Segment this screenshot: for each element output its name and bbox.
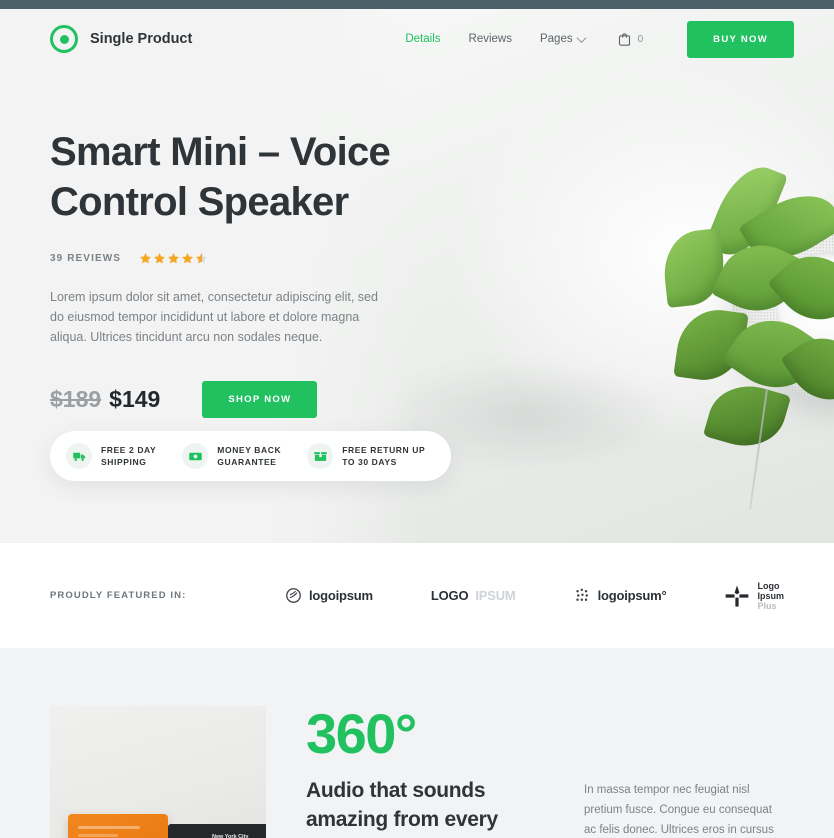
- page-root: Smart Mini – Voice Control Speaker 39 RE…: [0, 0, 834, 838]
- logo-label-muted: IPSUM: [475, 588, 516, 603]
- price-group: $189 $149: [50, 386, 160, 413]
- star-half-icon: [196, 253, 207, 264]
- featured-in-label: PROUDLY FEATURED IN:: [50, 590, 187, 601]
- metrocard-image: New York City Transit Authority: [168, 824, 266, 838]
- shopping-bag-icon: [618, 32, 630, 46]
- featured-logos-section: PROUDLY FEATURED IN: logoipsum LOGO IPSU…: [0, 543, 834, 648]
- star-icon: [140, 253, 151, 264]
- degrees-360-heading: 360°: [306, 702, 417, 765]
- browser-chrome-bar: [0, 0, 834, 9]
- feature-label: FREE 2 DAY SHIPPING: [101, 445, 157, 467]
- hero-section: Smart Mini – Voice Control Speaker 39 RE…: [0, 9, 834, 543]
- hero-copy-block: Smart Mini – Voice Control Speaker 39 RE…: [50, 127, 470, 418]
- logo-item: logoipsum°: [574, 587, 667, 604]
- logo-plus-line: Logo Ipsum: [757, 580, 784, 601]
- dots-grid-logo-icon: [575, 588, 588, 601]
- feature-label: MONEY BACK GUARANTEE: [217, 445, 282, 467]
- metrocard-label: New York City Transit Authority: [212, 834, 249, 838]
- logo-item: logoipsum: [285, 587, 373, 604]
- nav-item-details[interactable]: Details: [405, 33, 440, 45]
- nav-item-pages[interactable]: Pages: [539, 32, 587, 45]
- nav-item-reviews[interactable]: Reviews: [469, 33, 512, 45]
- shop-now-button[interactable]: SHOP NOW: [202, 381, 318, 418]
- cart-count-badge: 0: [637, 33, 644, 45]
- product-description: Lorem ipsum dolor sit amet, consectetur …: [50, 290, 378, 344]
- feature-free-shipping: FREE 2 DAY SHIPPING: [66, 443, 156, 469]
- site-header: Single Product Details Reviews Pages 0 B…: [0, 9, 834, 69]
- audio-360-subheading: Audio that sounds amazing from every: [306, 779, 498, 831]
- succulent-plant-image: [602, 156, 834, 456]
- logo-label: Logo Ipsum Plus: [757, 581, 784, 611]
- price-original: $189: [50, 386, 102, 412]
- logo-item: LOGO IPSUM: [431, 588, 516, 603]
- audio-360-body-column: In massa tempor nec feugiat nisl pretium…: [584, 706, 784, 838]
- logo-plus-sub: Plus: [757, 600, 777, 611]
- cart-button[interactable]: 0: [617, 32, 644, 47]
- price-row: $189 $149 SHOP NOW: [50, 381, 470, 418]
- star-icon: [168, 253, 179, 264]
- star-rating: [139, 252, 208, 265]
- chevron-down-icon: [576, 32, 587, 43]
- feature-label: FREE RETURN UP TO 30 DAYS: [342, 445, 426, 467]
- logos-list: logoipsum LOGO IPSUM logoipsum° Logo Ips…: [285, 581, 784, 611]
- feature-money-back: MONEY BACK GUARANTEE: [182, 443, 281, 469]
- logo-label: logoipsum°: [597, 588, 667, 603]
- location-dot-logo-icon: [50, 25, 78, 53]
- logo-inner-dot: [59, 34, 69, 44]
- rating-row: 39 REVIEWS: [50, 252, 470, 265]
- shipping-benefits-pill: FREE 2 DAY SHIPPING MONEY BACK GUARANTEE…: [50, 431, 452, 481]
- audio-360-body-text: In massa tempor nec feugiat nisl pretium…: [584, 784, 774, 836]
- brand-name: Single Product: [90, 31, 193, 47]
- logo-item: Logo Ipsum Plus: [724, 581, 784, 611]
- wallet-photo: New York City Transit Authority: [50, 706, 266, 838]
- logo-label: logoipsum: [308, 588, 373, 603]
- product-title: Smart Mini – Voice Control Speaker: [50, 130, 391, 224]
- brand-logo[interactable]: Single Product: [50, 25, 192, 53]
- return-box-icon: [307, 443, 334, 469]
- star-icon: [182, 253, 193, 264]
- reviews-count-label: 39 REVIEWS: [50, 253, 122, 264]
- price-current: $149: [109, 386, 161, 412]
- main-navigation: Details Reviews Pages 0 BUY NOW: [405, 20, 794, 58]
- nav-item-pages-label: Pages: [539, 33, 573, 45]
- orange-card-image: [68, 814, 168, 838]
- money-bill-icon: [182, 443, 209, 469]
- buy-now-button[interactable]: BUY NOW: [687, 20, 794, 58]
- delivery-truck-icon: [66, 443, 92, 469]
- audio-360-copy: 360° Audio that sounds amazing from ever…: [306, 706, 544, 838]
- feature-free-return: FREE RETURN UP TO 30 DAYS: [307, 443, 425, 469]
- audio-360-section: New York City Transit Authority 360° Aud…: [0, 648, 834, 838]
- cross-arrow-logo-icon: [726, 584, 749, 607]
- logo-label: LOGO: [430, 588, 469, 603]
- circle-slash-logo-icon: [286, 588, 301, 603]
- star-icon: [154, 253, 165, 264]
